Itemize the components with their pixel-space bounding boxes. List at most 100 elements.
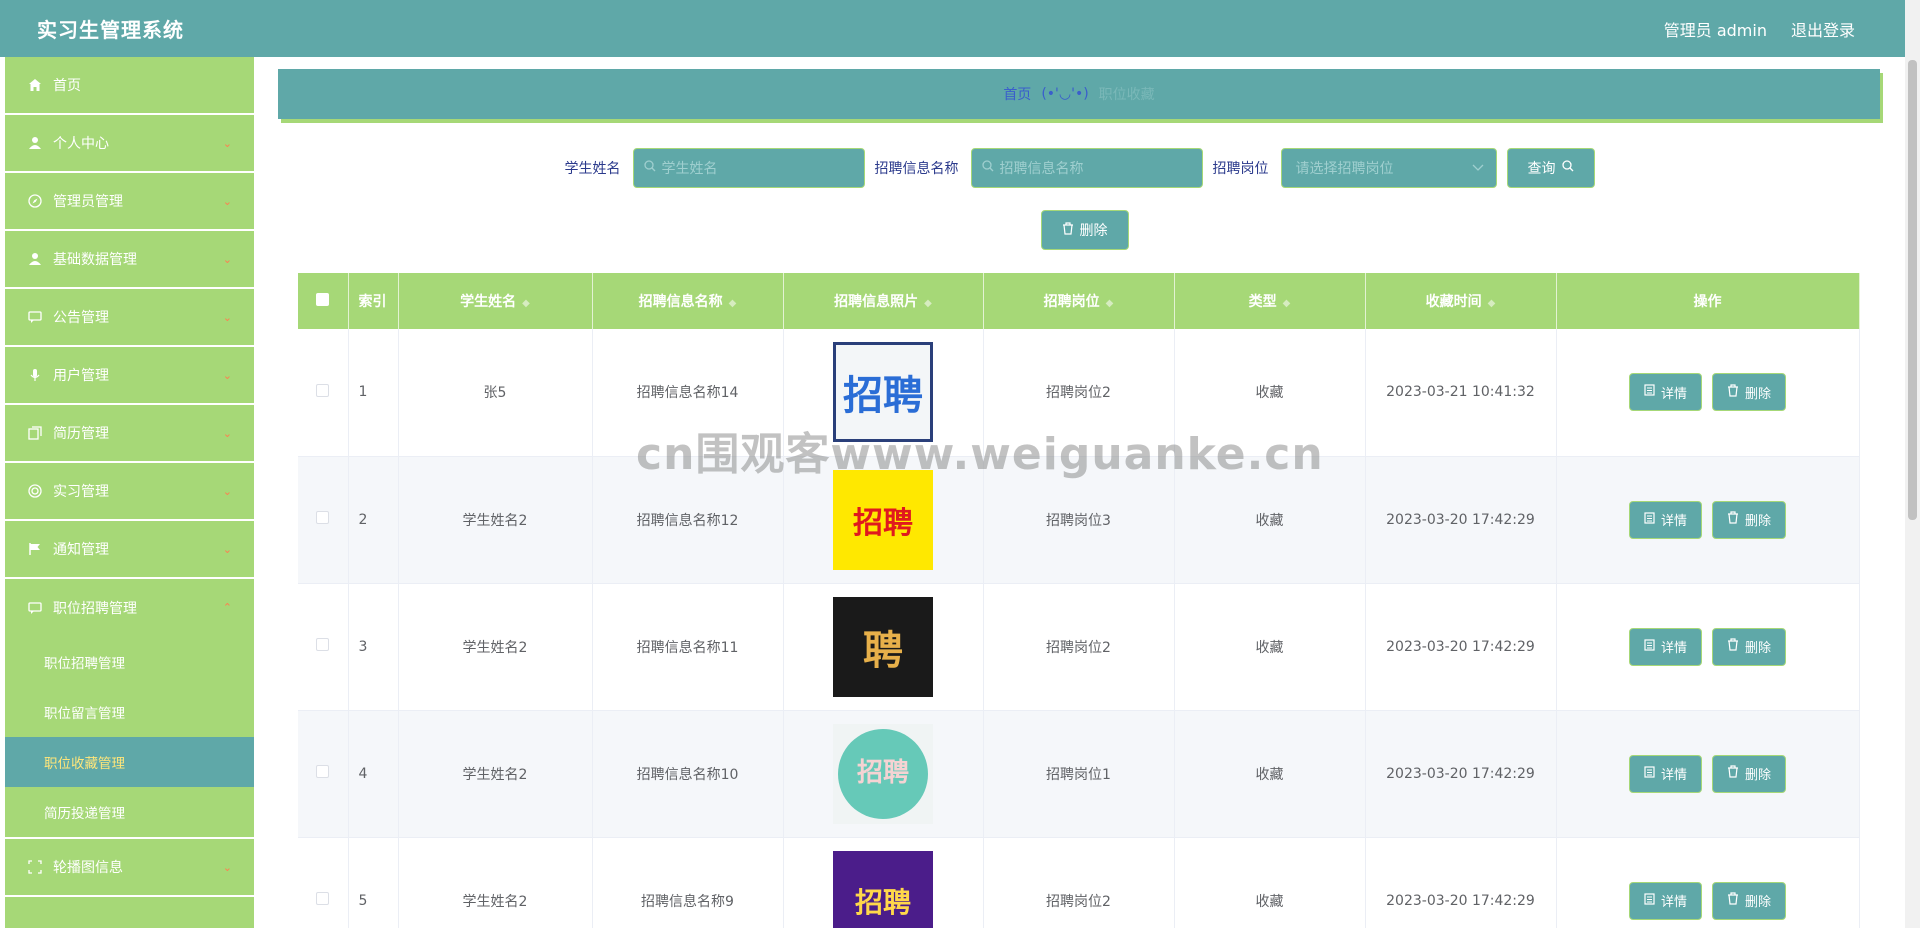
col-header-index: 索引 (348, 273, 399, 329)
delete-button[interactable]: 删除 (1712, 373, 1787, 412)
sidebar-item-admin[interactable]: 管理员管理 ⌄ (5, 173, 254, 231)
scrollbar-thumb[interactable] (1908, 60, 1917, 520)
submenu-item-favorite-manage[interactable]: 职位收藏管理 (5, 737, 254, 787)
col-header-type[interactable]: 类型 ◆ (1174, 273, 1366, 329)
col-header-student[interactable]: 学生姓名 ◆ (398, 273, 593, 329)
row-select-cell[interactable] (298, 710, 349, 838)
cell-type: 收藏 (1174, 329, 1366, 457)
detail-label: 详情 (1660, 895, 1687, 910)
chevron-down-icon: ⌄ (222, 137, 232, 150)
select-all-checkbox[interactable] (316, 292, 330, 306)
main-content: 首页 (•'◡'•) 职位收藏 学生姓名 学生姓名 招聘信息名称 招聘信息名称 … (254, 57, 1905, 928)
col-header-recruit[interactable]: 招聘信息名称 ◆ (592, 273, 784, 329)
bulk-actions: 删除 (254, 210, 1905, 250)
cell-time: 2023-03-20 17:42:29 (1365, 837, 1557, 928)
query-label: 查询 (1527, 161, 1556, 177)
detail-label: 详情 (1660, 768, 1687, 783)
row-checkbox[interactable] (316, 765, 330, 778)
search-icon (981, 160, 994, 176)
delete-button[interactable]: 删除 (1712, 881, 1787, 920)
mic-icon (27, 367, 43, 383)
row-select-cell[interactable] (298, 583, 349, 711)
sort-icon[interactable]: ◆ (924, 298, 932, 309)
select-all-cell[interactable] (298, 273, 349, 329)
cell-time: 2023-03-20 17:42:29 (1365, 583, 1557, 711)
submenu-item-message-manage[interactable]: 职位留言管理 (5, 687, 254, 737)
bulk-delete-button[interactable]: 删除 (1040, 210, 1129, 250)
document-icon (1644, 638, 1655, 655)
row-select-cell[interactable] (298, 456, 349, 584)
chevron-down-icon: ⌄ (222, 861, 232, 874)
cell-recruit: 招聘信息名称12 (592, 456, 784, 584)
row-select-cell[interactable] (298, 329, 349, 457)
col-header-time[interactable]: 收藏时间 ◆ (1365, 273, 1557, 329)
recruit-photo[interactable]: 招聘 (833, 723, 933, 824)
page-scrollbar[interactable] (1905, 0, 1920, 928)
trash-icon (1727, 892, 1739, 909)
recruit-name-label: 招聘信息名称 (874, 161, 959, 177)
student-name-input[interactable]: 学生姓名 (632, 148, 865, 188)
recruit-photo[interactable]: 招聘 (833, 850, 933, 928)
submenu-item-recruit-manage[interactable]: 职位招聘管理 (5, 637, 254, 687)
position-select[interactable]: 请选择招聘岗位 (1280, 148, 1497, 188)
sidebar-item-recruit[interactable]: 职位招聘管理 ⌃ (5, 579, 254, 637)
cell-position: 招聘岗位1 (983, 710, 1175, 838)
detail-button[interactable]: 详情 (1628, 881, 1702, 920)
query-button[interactable]: 查询 (1506, 148, 1595, 188)
sort-icon[interactable]: ◆ (729, 298, 737, 309)
sort-icon[interactable]: ◆ (1106, 298, 1114, 309)
sort-icon[interactable]: ◆ (522, 298, 530, 309)
col-header-photo[interactable]: 招聘信息照片 ◆ (783, 273, 984, 329)
delete-label: 删除 (1745, 768, 1772, 783)
row-checkbox[interactable] (316, 511, 330, 524)
detail-button[interactable]: 详情 (1628, 500, 1702, 539)
delete-button[interactable]: 删除 (1712, 500, 1787, 539)
cell-photo: 聘 (783, 583, 984, 711)
detail-button[interactable]: 详情 (1628, 373, 1702, 412)
sort-icon[interactable]: ◆ (1488, 298, 1496, 309)
submenu-item-delivery-manage[interactable]: 简历投递管理 (5, 787, 254, 837)
breadcrumb-home[interactable]: 首页 (1003, 84, 1031, 104)
sidebar-item-carousel[interactable]: 轮播图信息 ⌄ (5, 839, 254, 897)
trash-icon (1062, 221, 1074, 239)
cell-type: 收藏 (1174, 837, 1366, 928)
sidebar-item-notice[interactable]: 公告管理 ⌄ (5, 289, 254, 347)
col-header-label: 学生姓名 (460, 294, 517, 310)
cell-type: 收藏 (1174, 456, 1366, 584)
row-select-cell[interactable] (298, 837, 349, 928)
table-row: 5 学生姓名2 招聘信息名称9 招聘 招聘岗位2 收藏 2023-03-20 1… (298, 837, 1860, 928)
admin-label: 管理员 admin (1663, 20, 1767, 40)
recruit-submenu: 职位招聘管理 职位留言管理 职位收藏管理 简历投递管理 (5, 637, 254, 839)
cell-student: 学生姓名2 (398, 837, 593, 928)
favorites-table: 索引 学生姓名 ◆ 招聘信息名称 ◆ 招聘信息照片 ◆ 招聘岗位 ◆ 类型 ◆ 收藏时间 ◆… (298, 273, 1860, 928)
row-checkbox[interactable] (316, 638, 330, 651)
cell-position: 招聘岗位2 (983, 583, 1175, 711)
sidebar-item-notify[interactable]: 通知管理 ⌄ (5, 521, 254, 579)
sort-icon[interactable]: ◆ (1283, 298, 1291, 309)
sidebar-item-label: 基础数据管理 (53, 252, 137, 268)
recruit-photo[interactable]: 聘 (833, 596, 933, 697)
table-header-row: 索引 学生姓名 ◆ 招聘信息名称 ◆ 招聘信息照片 ◆ 招聘岗位 ◆ 类型 ◆ 收藏时间 ◆… (298, 273, 1860, 329)
sidebar-item-users[interactable]: 用户管理 ⌄ (5, 347, 254, 405)
recruit-name-input[interactable]: 招聘信息名称 (970, 148, 1203, 188)
row-checkbox[interactable] (316, 383, 330, 397)
sidebar-item-home[interactable]: 首页 (5, 57, 254, 115)
sidebar-item-profile[interactable]: 个人中心 ⌄ (5, 115, 254, 173)
table-row: 3 学生姓名2 招聘信息名称11 聘 招聘岗位2 收藏 2023-03-20 1… (298, 583, 1860, 711)
sidebar-item-basedata[interactable]: 基础数据管理 ⌄ (5, 231, 254, 289)
sidebar-item-resume[interactable]: 简历管理 ⌄ (5, 405, 254, 463)
detail-button[interactable]: 详情 (1628, 627, 1702, 666)
table-row: 1 张5 招聘信息名称14 招聘 招聘岗位2 收藏 2023-03-21 10:… (298, 329, 1860, 457)
row-checkbox[interactable] (316, 892, 330, 905)
trash-icon (1727, 384, 1739, 401)
sidebar-item-intern[interactable]: 实习管理 ⌄ (5, 463, 254, 521)
col-header-position[interactable]: 招聘岗位 ◆ (983, 273, 1175, 329)
logout-link[interactable]: 退出登录 (1791, 17, 1855, 41)
detail-button[interactable]: 详情 (1628, 754, 1702, 793)
delete-button[interactable]: 删除 (1712, 627, 1787, 666)
delete-button[interactable]: 删除 (1712, 754, 1787, 793)
recruit-photo[interactable]: 招聘 (833, 342, 933, 443)
cell-photo: 招聘 (783, 456, 984, 584)
recruit-photo[interactable]: 招聘 (833, 469, 933, 570)
cell-position: 招聘岗位3 (983, 456, 1175, 584)
